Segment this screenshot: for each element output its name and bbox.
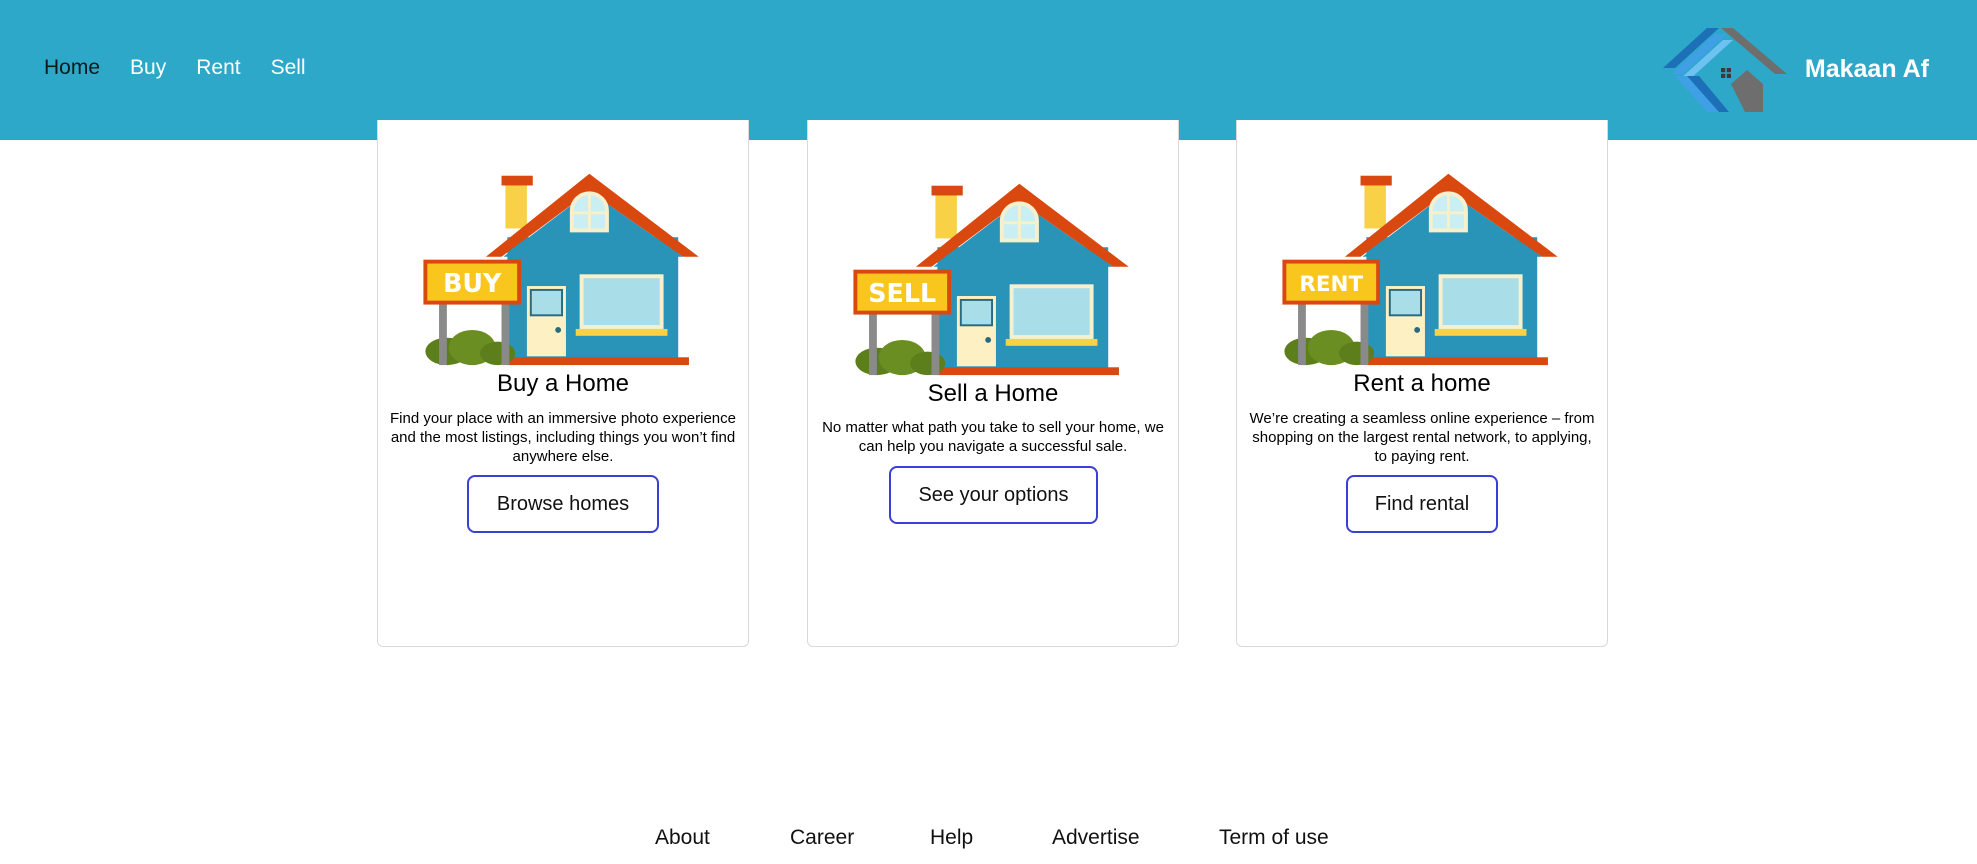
house-logo-icon: [1662, 28, 1787, 112]
card-title: Rent a home: [1353, 370, 1491, 397]
card-title: Buy a Home: [496, 370, 630, 397]
footer-about-link[interactable]: About: [655, 826, 710, 850]
nav-home-link[interactable]: Home: [44, 56, 100, 80]
rent-sign-text: RENT: [1299, 272, 1363, 297]
card-title: Sell a Home: [927, 380, 1059, 407]
buy-house-illustration: BUY: [423, 171, 701, 368]
footer-career-link[interactable]: Career: [790, 826, 854, 850]
brand[interactable]: Makaan Af: [1662, 24, 1929, 114]
rent-home-card: RENT Rent a home We’re creating a seamle…: [1236, 120, 1608, 647]
sell-home-card: SELL Sell a Home No matter what path you…: [807, 120, 1179, 647]
find-rental-button[interactable]: Find rental: [1346, 475, 1498, 533]
card-description: Find your place with an immersive photo …: [389, 410, 736, 465]
rent-house-illustration: RENT: [1282, 171, 1560, 368]
nav-sell-link[interactable]: Sell: [271, 56, 306, 80]
brand-name: Makaan Af: [1804, 54, 1929, 83]
see-options-button[interactable]: See your options: [889, 466, 1098, 524]
card-description: We’re creating a seamless online experie…: [1249, 410, 1595, 465]
buy-sign-text: BUY: [443, 268, 502, 298]
footer-terms-link[interactable]: Term of use: [1219, 826, 1329, 850]
sell-house-illustration: SELL: [853, 181, 1131, 378]
browse-homes-button[interactable]: Browse homes: [467, 475, 659, 533]
nav-buy-link[interactable]: Buy: [130, 56, 166, 80]
nav-rent-link[interactable]: Rent: [196, 56, 240, 80]
sell-sign-text: SELL: [868, 278, 936, 308]
footer-help-link[interactable]: Help: [930, 826, 973, 850]
top-navbar: Home Buy Rent Sell Makaan Af: [0, 0, 1977, 140]
main-nav: Home Buy Rent Sell: [44, 56, 306, 80]
footer-advertise-link[interactable]: Advertise: [1052, 826, 1140, 850]
card-description: No matter what path you take to sell you…: [822, 419, 1164, 455]
buy-home-card: BUY Buy a Home Find your place with an i…: [377, 120, 749, 647]
